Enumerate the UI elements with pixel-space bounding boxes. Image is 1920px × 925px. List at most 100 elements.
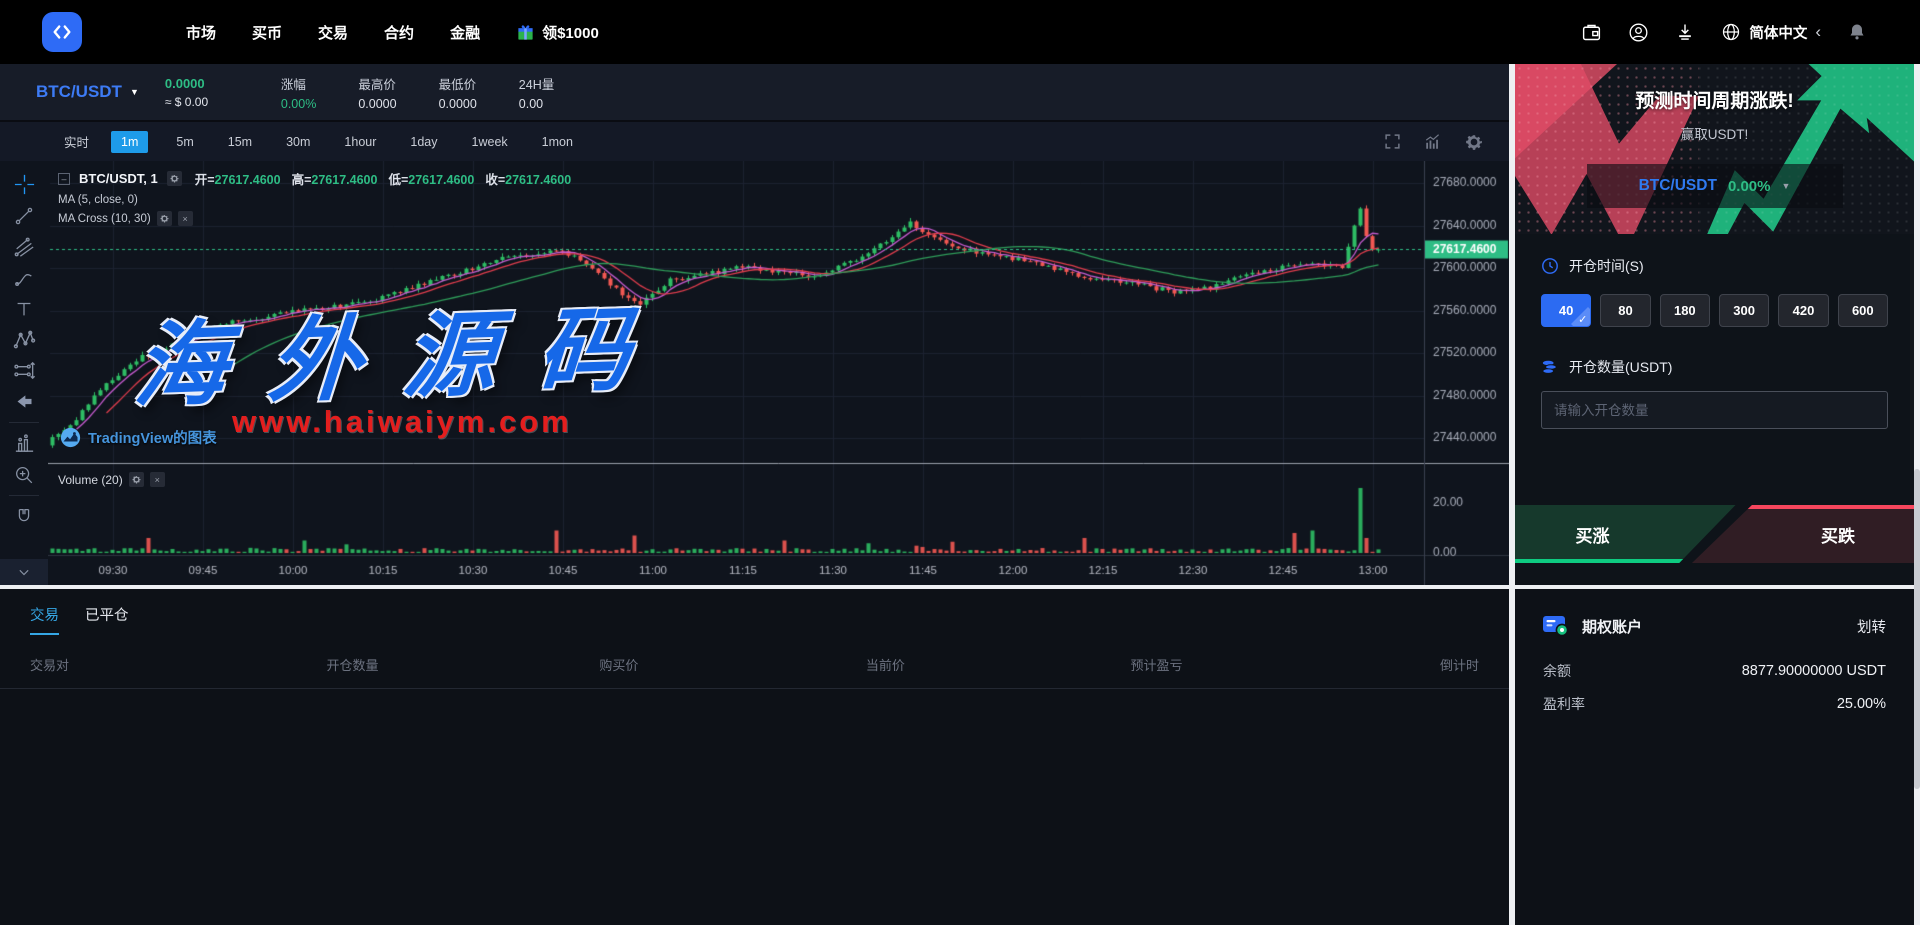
- chevron-down-icon: ▼: [130, 87, 139, 97]
- download-icon[interactable]: [1674, 21, 1696, 43]
- open-time-option-420[interactable]: 420: [1778, 294, 1828, 327]
- scrollbar-track: [1914, 64, 1920, 925]
- banner-subtitle: 赢取USDT!: [1515, 123, 1914, 143]
- account-card-icon: [1543, 615, 1569, 637]
- account-row-label: 盈利率: [1543, 694, 1585, 714]
- market-stat: 24H量0.00: [519, 74, 554, 111]
- interval-button-15m[interactable]: 15m: [222, 131, 258, 153]
- crosshair-tool-icon[interactable]: [0, 169, 48, 200]
- order-buttons: 买涨 买跌: [1515, 505, 1914, 563]
- buy-down-label: 买跌: [1821, 522, 1855, 547]
- realtime-button[interactable]: 实时: [64, 132, 89, 151]
- amount-input[interactable]: [1541, 391, 1888, 429]
- scrollbar-thumb[interactable]: [1914, 469, 1920, 789]
- nav-item[interactable]: 市场: [186, 22, 216, 43]
- stat-label: 最高价: [358, 74, 396, 93]
- open-time-option-180[interactable]: 180: [1660, 294, 1710, 327]
- interval-button-30m[interactable]: 30m: [280, 131, 316, 153]
- promo-banner: 预测时间周期涨跌! 赢取USDT! BTC/USDT 0.00% ▼: [1515, 64, 1914, 234]
- main-nav: 市场 买币 交易 合约 金融: [186, 22, 480, 43]
- chart-panel: BTC/USDT ▼ 0.0000 ≈ $ 0.00 涨幅0.00%最高价0.0…: [0, 64, 1509, 585]
- xabcd-pattern-tool-icon[interactable]: [0, 324, 48, 355]
- chart-plot: – BTC/USDT, 1 开=27617.4600高=27617.4600低=…: [48, 161, 1509, 585]
- pair-name: BTC/USDT: [36, 82, 122, 102]
- trading-app: 市场买币交易合约金融 领$1000: [0, 0, 1920, 925]
- indicator-macross-label: MA Cross (10, 30): [58, 213, 151, 225]
- toolbar-divider: [9, 495, 39, 496]
- top-navbar: 市场 买币 交易 合约 金融 领$1000: [0, 0, 1920, 64]
- open-time-option-80[interactable]: 80: [1600, 294, 1650, 327]
- ohlc-readout: 开=27617.4600高=27617.4600低=27617.4600收=27…: [195, 169, 571, 188]
- wallet-icon[interactable]: [1580, 21, 1602, 43]
- globe-icon: [1721, 22, 1741, 42]
- open-time-option-40[interactable]: 40✓: [1541, 294, 1591, 327]
- account-panel: 期权账户 划转 余额8877.90000000 USDT盈利率25.00%: [1515, 589, 1914, 925]
- open-time-option-300[interactable]: 300: [1719, 294, 1769, 327]
- volume-close-icon[interactable]: ×: [150, 472, 165, 487]
- ohlc-item: 收=27617.4600: [485, 169, 571, 188]
- banner-pair-selector[interactable]: BTC/USDT 0.00% ▼: [1587, 164, 1843, 208]
- ohlc-item: 低=27617.4600: [388, 169, 474, 188]
- text-tool-icon[interactable]: [0, 293, 48, 324]
- legend-collapse-icon[interactable]: –: [58, 173, 70, 185]
- tradingview-attribution[interactable]: TradingView的图表: [60, 427, 217, 448]
- open-time-options: 40✓ 80 180 300 420 600: [1541, 294, 1888, 327]
- column-header: 倒计时: [1292, 655, 1479, 674]
- market-stat: 涨幅 0.00%: [281, 74, 316, 111]
- trendline-tool-icon[interactable]: [0, 200, 48, 231]
- nav-item[interactable]: 买币: [252, 22, 282, 43]
- settings-gear-icon[interactable]: [1465, 133, 1483, 151]
- market-header: BTC/USDT ▼ 0.0000 ≈ $ 0.00 涨幅0.00%最高价0.0…: [0, 64, 1509, 120]
- column-header: 购买价: [488, 655, 750, 674]
- toolbar-divider: [9, 422, 39, 423]
- app-logo[interactable]: [42, 12, 82, 52]
- fullscreen-icon[interactable]: [1383, 133, 1401, 151]
- stat-label: 最低价: [439, 74, 477, 93]
- nav-item[interactable]: 交易: [318, 22, 348, 43]
- nav-item[interactable]: 金融: [450, 22, 480, 43]
- interval-button-1m[interactable]: 1m: [111, 131, 148, 153]
- account-row-value: 8877.90000000 USDT: [1742, 663, 1886, 679]
- column-header: 预计盈亏: [1021, 655, 1292, 674]
- indicator-gear-icon[interactable]: [157, 211, 172, 226]
- arrow-left-icon[interactable]: [0, 386, 48, 417]
- tradingview-logo-icon: [60, 427, 81, 448]
- stat-label: 24H量: [519, 74, 554, 93]
- ohlc-item: 高=27617.4600: [292, 169, 378, 188]
- account-row: 盈利率25.00%: [1543, 694, 1886, 714]
- indicators-icon[interactable]: [1424, 133, 1442, 151]
- gann-tools-icon[interactable]: [0, 231, 48, 262]
- stat-label: 涨幅: [281, 74, 306, 93]
- nav-item[interactable]: 合约: [384, 22, 414, 43]
- banner-title: 预测时间周期涨跌!: [1515, 86, 1914, 113]
- volume-gear-icon[interactable]: [129, 472, 144, 487]
- transfer-link[interactable]: 划转: [1857, 616, 1886, 637]
- magnet-icon[interactable]: [0, 501, 48, 532]
- banner-change: 0.00%: [1728, 178, 1771, 195]
- interval-button-1mon[interactable]: 1mon: [536, 131, 579, 153]
- amount-label: 开仓数量(USDT): [1569, 357, 1672, 377]
- bonus-button[interactable]: 领$1000: [516, 22, 599, 43]
- stat-value: 0.00%: [281, 97, 316, 111]
- interval-button-5m[interactable]: 5m: [170, 131, 199, 153]
- open-time-option-600[interactable]: 600: [1838, 294, 1888, 327]
- brush-tool-icon[interactable]: [0, 262, 48, 293]
- position-tool-icon[interactable]: [0, 355, 48, 386]
- language-selector[interactable]: 简体中文 ‹: [1721, 22, 1821, 43]
- notification-bell-icon[interactable]: [1846, 21, 1868, 43]
- interval-button-1hour[interactable]: 1hour: [338, 131, 382, 153]
- interval-button-1day[interactable]: 1day: [404, 131, 443, 153]
- pair-selector[interactable]: BTC/USDT ▼: [36, 82, 139, 102]
- legend-gear-icon[interactable]: [167, 171, 182, 186]
- bonus-label: 领$1000: [542, 22, 599, 43]
- interval-button-1week[interactable]: 1week: [466, 131, 514, 153]
- bar-pattern-tool-icon[interactable]: [0, 428, 48, 459]
- collapse-chevron-icon[interactable]: [0, 559, 48, 585]
- account-row-label: 余额: [1543, 661, 1571, 681]
- user-icon[interactable]: [1627, 21, 1649, 43]
- chart-toolbar: 实时 1m 5m 15m 30m 1hour 1day 1week 1mon: [0, 120, 1509, 161]
- zoom-in-icon[interactable]: [0, 459, 48, 490]
- positions-tab[interactable]: 已平仓: [85, 604, 129, 635]
- indicator-close-icon[interactable]: ×: [178, 211, 193, 226]
- positions-tab[interactable]: 交易: [30, 604, 59, 635]
